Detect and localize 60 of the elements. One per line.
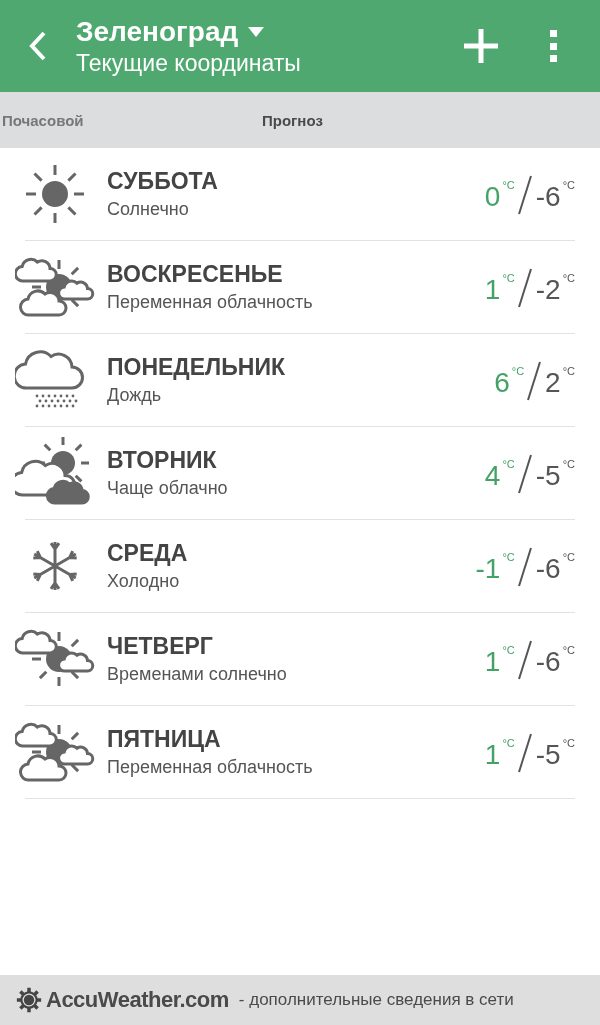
slash-icon — [517, 175, 532, 215]
temperature-unit: °C — [511, 365, 525, 377]
weather-condition: Переменная облачность — [107, 757, 314, 778]
temperature-unit: °C — [562, 644, 575, 656]
temperature-unit: °C — [562, 272, 575, 284]
slash-icon — [517, 268, 532, 308]
more-icon[interactable] — [550, 30, 558, 62]
low-temperature: -5 — [535, 739, 561, 771]
slash-icon — [517, 733, 532, 773]
brand-name: AccuWeather.com — [46, 987, 229, 1013]
dropdown-icon[interactable] — [248, 26, 265, 37]
slash-icon — [517, 640, 532, 680]
low-temperature: -6 — [535, 181, 561, 213]
footer-bar[interactable]: AccuWeather.com - дополнительные сведения в сети — [0, 975, 600, 1025]
high-temperature: 1 — [484, 646, 501, 678]
day-name: СУББОТА — [107, 168, 219, 195]
temperature-unit: °C — [502, 737, 515, 749]
weather-condition: Холодно — [107, 571, 181, 592]
temperature-unit: °C — [502, 458, 515, 470]
day-name: ЧЕТВЕРГ — [107, 633, 214, 660]
slash-icon — [517, 454, 532, 494]
low-temperature: 2 — [545, 367, 561, 399]
location-subtitle: Текущие координаты — [76, 49, 302, 77]
tab[interactable]: Прогноз — [262, 111, 323, 129]
weather-condition: Переменная облачность — [107, 292, 314, 313]
temperature-unit: °C — [562, 365, 575, 377]
high-temperature: 6 — [494, 367, 510, 399]
high-temperature: 0 — [484, 181, 501, 213]
weather-condition: Дождь — [107, 385, 163, 406]
sun-logo-icon — [16, 987, 42, 1013]
temperature-unit: °C — [562, 737, 575, 749]
footer-note: - дополнительные сведения в сети — [238, 990, 514, 1010]
high-temperature: 1 — [484, 739, 501, 771]
temperature-unit: °C — [562, 179, 575, 191]
temperature-unit: °C — [562, 458, 575, 470]
day-name: СРЕДА — [107, 540, 189, 567]
high-temperature: 1 — [484, 274, 501, 306]
back-icon[interactable] — [28, 30, 48, 62]
weather-condition: Солнечно — [107, 199, 190, 220]
slash-icon — [517, 547, 532, 587]
weather-condition: Временами солнечно — [107, 664, 288, 685]
temperature-unit: °C — [502, 179, 515, 191]
add-icon[interactable] — [464, 29, 498, 63]
low-temperature: -5 — [535, 460, 561, 492]
day-name: ВОСКРЕСЕНЬЕ — [107, 261, 284, 288]
low-temperature: -6 — [535, 553, 561, 585]
low-temperature: -2 — [535, 274, 561, 306]
low-temperature: -6 — [535, 646, 561, 678]
weather-condition: Чаще облачно — [107, 478, 229, 499]
temperature-unit: °C — [502, 551, 515, 563]
tab[interactable]: Почасовой — [2, 111, 262, 129]
day-name: ПОНЕДЕЛЬНИК — [107, 354, 286, 381]
temperature-unit: °C — [502, 272, 515, 284]
temperature-unit: °C — [562, 551, 575, 563]
temperature-unit: °C — [502, 644, 515, 656]
day-name: ВТОРНИК — [107, 447, 218, 474]
day-name: ПЯТНИЦА — [107, 726, 222, 753]
high-temperature: -1 — [475, 553, 501, 585]
high-temperature: 4 — [484, 460, 501, 492]
slash-icon — [527, 361, 542, 401]
